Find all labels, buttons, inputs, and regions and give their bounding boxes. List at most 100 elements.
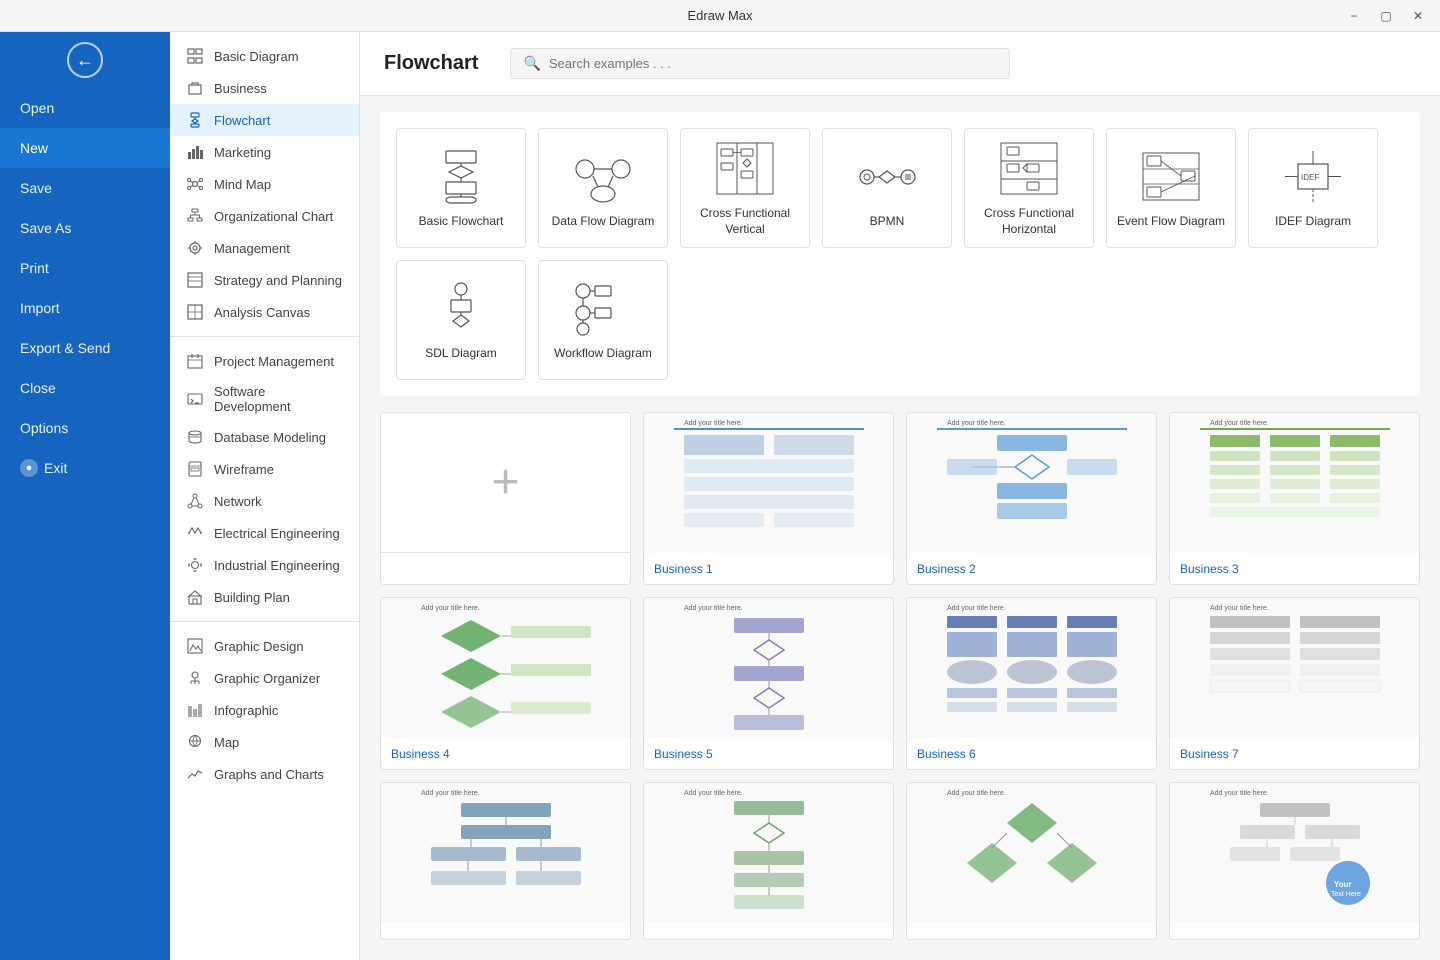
category-item-electrical[interactable]: Electrical Engineering <box>170 517 359 549</box>
business8-thumb: Add your title here. <box>381 783 630 923</box>
sdl-label: SDL Diagram <box>425 346 497 362</box>
new-template-thumb: + <box>381 413 630 553</box>
content-body: Basic Flowchart <box>360 96 1440 960</box>
sidebar-item-print[interactable]: Print <box>0 248 170 288</box>
template-card-business4[interactable]: Add your title here. <box>380 597 631 770</box>
sidebar-item-exit[interactable]: ● Exit <box>0 448 170 488</box>
category-label-strategy: Strategy and Planning <box>214 273 342 288</box>
basic-flowchart-icon <box>431 146 491 206</box>
sidebar-item-options[interactable]: Options <box>0 408 170 448</box>
sidebar-item-save-as[interactable]: Save As <box>0 208 170 248</box>
diagram-type-bpmn[interactable]: BPMN <box>822 128 952 248</box>
category-item-building[interactable]: Building Plan <box>170 581 359 613</box>
template-card-business2[interactable]: Add your title here. <box>906 412 1157 585</box>
graphic-organizer-icon <box>186 669 204 687</box>
network-icon <box>186 492 204 510</box>
category-item-infographic[interactable]: Infographic <box>170 694 359 726</box>
category-item-management[interactable]: Management <box>170 232 359 264</box>
app-title: Edraw Max <box>687 8 752 23</box>
template-card-new[interactable]: + <box>380 412 631 585</box>
diagram-type-cross-functional-v[interactable]: Cross Functional Vertical <box>680 128 810 248</box>
category-item-network[interactable]: Network <box>170 485 359 517</box>
category-label-graphic-organizer: Graphic Organizer <box>214 671 320 686</box>
business5-info: Business 5 <box>644 738 893 769</box>
bpmn-label: BPMN <box>870 214 905 230</box>
diagram-type-event-flow[interactable]: Event Flow Diagram <box>1106 128 1236 248</box>
category-label-orgchart: Organizational Chart <box>214 209 333 224</box>
category-item-graphs[interactable]: Graphs and Charts <box>170 758 359 790</box>
basic-flowchart-label: Basic Flowchart <box>419 214 504 230</box>
category-item-mindmap[interactable]: Mind Map <box>170 168 359 200</box>
category-label-building: Building Plan <box>214 590 290 605</box>
sidebar-item-save[interactable]: Save <box>0 168 170 208</box>
sidebar-item-import[interactable]: Import <box>0 288 170 328</box>
category-item-strategy[interactable]: Strategy and Planning <box>170 264 359 296</box>
template-card-business1[interactable]: Add your title here. <box>643 412 894 585</box>
business11-info <box>1170 923 1419 939</box>
minimize-button[interactable]: − <box>1340 6 1368 26</box>
business3-thumb: Add your title here. <box>1170 413 1419 553</box>
building-icon <box>186 588 204 606</box>
wireframe-icon <box>186 460 204 478</box>
sidebar-nav: Open New Save Save As Print Import Expor… <box>0 88 170 488</box>
svg-text:Add your title here.: Add your title here. <box>421 790 480 797</box>
sidebar-item-close[interactable]: Close <box>0 368 170 408</box>
category-item-basic[interactable]: Basic Diagram <box>170 40 359 72</box>
template-card-business9[interactable]: Add your title here. <box>643 782 894 940</box>
template-card-business3[interactable]: Add your title here. <box>1169 412 1420 585</box>
business2-thumb: Add your title here. <box>907 413 1156 553</box>
category-label-map: Map <box>214 735 239 750</box>
template-card-business5[interactable]: Add your title here. <box>643 597 894 770</box>
diagram-type-sdl[interactable]: SDL Diagram <box>396 260 526 380</box>
sdl-icon <box>431 278 491 338</box>
category-item-wireframe[interactable]: Wireframe <box>170 453 359 485</box>
close-button[interactable]: ✕ <box>1404 6 1432 26</box>
sidebar-item-export[interactable]: Export & Send <box>0 328 170 368</box>
diagram-type-basic-flowchart[interactable]: Basic Flowchart <box>396 128 526 248</box>
idef-label: IDEF Diagram <box>1275 214 1351 230</box>
template-card-business6[interactable]: Add your title here. <box>906 597 1157 770</box>
electrical-icon <box>186 524 204 542</box>
back-button[interactable]: ← <box>0 32 170 88</box>
bpmn-icon <box>857 146 917 206</box>
category-item-database[interactable]: Database Modeling <box>170 421 359 453</box>
strategy-icon <box>186 271 204 289</box>
template-card-business7[interactable]: Add your title here. <box>1169 597 1420 770</box>
category-item-industrial[interactable]: Industrial Engineering <box>170 549 359 581</box>
business4-title: Business 4 <box>391 747 450 761</box>
template-card-business10[interactable]: Add your title here. <box>906 782 1157 940</box>
category-item-flowchart[interactable]: Flowchart <box>170 104 359 136</box>
category-item-analysis[interactable]: Analysis Canvas <box>170 296 359 328</box>
diagram-type-idef[interactable]: IDEF IDEF Diagram <box>1248 128 1378 248</box>
category-item-graphic-organizer[interactable]: Graphic Organizer <box>170 662 359 694</box>
category-label-management: Management <box>214 241 290 256</box>
diagram-type-cross-functional-h[interactable]: Cross Functional Horizontal <box>964 128 1094 248</box>
category-item-software[interactable]: Software Development <box>170 377 359 421</box>
category-label-electrical: Electrical Engineering <box>214 526 340 541</box>
restore-button[interactable]: ▢ <box>1372 6 1400 26</box>
sidebar-item-new[interactable]: New <box>0 128 170 168</box>
template-card-business11[interactable]: Add your title here. Your <box>1169 782 1420 940</box>
category-item-orgchart[interactable]: Organizational Chart <box>170 200 359 232</box>
search-input[interactable] <box>549 56 998 71</box>
diagram-type-workflow[interactable]: Workflow Diagram <box>538 260 668 380</box>
business5-title: Business 5 <box>654 747 713 761</box>
diagram-type-data-flow[interactable]: Data Flow Diagram <box>538 128 668 248</box>
category-item-project[interactable]: Project Management <box>170 345 359 377</box>
mindmap-icon <box>186 175 204 193</box>
svg-text:Add your title here.: Add your title here. <box>947 420 1006 427</box>
template-card-business8[interactable]: Add your title here. <box>380 782 631 940</box>
category-item-graphic-design[interactable]: Graphic Design <box>170 630 359 662</box>
business2-title: Business 2 <box>917 562 976 576</box>
analysis-icon <box>186 303 204 321</box>
category-label-flowchart: Flowchart <box>214 113 270 128</box>
category-item-business[interactable]: Business <box>170 72 359 104</box>
infographic-icon <box>186 701 204 719</box>
content-header: Flowchart 🔍 <box>360 32 1440 96</box>
business4-thumb: Add your title here. <box>381 598 630 738</box>
category-label-infographic: Infographic <box>214 703 278 718</box>
category-item-map[interactable]: Map <box>170 726 359 758</box>
category-label-analysis: Analysis Canvas <box>214 305 310 320</box>
category-item-marketing[interactable]: Marketing <box>170 136 359 168</box>
sidebar-item-open[interactable]: Open <box>0 88 170 128</box>
